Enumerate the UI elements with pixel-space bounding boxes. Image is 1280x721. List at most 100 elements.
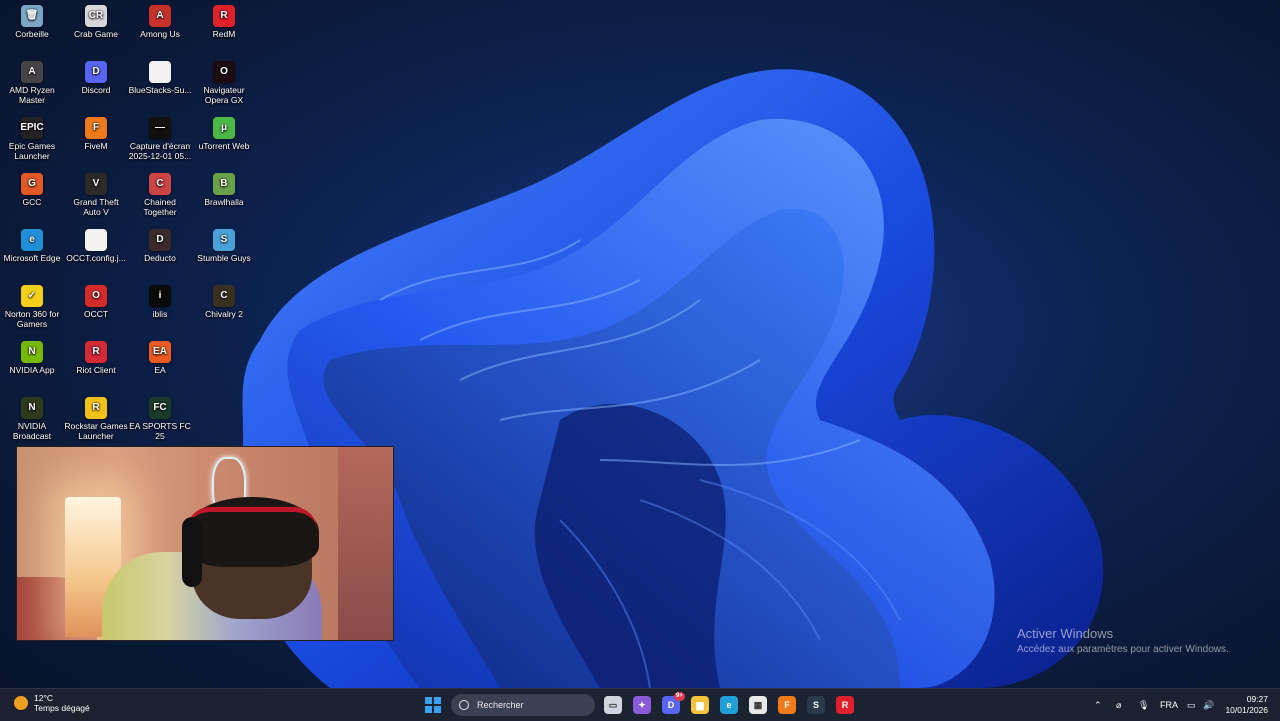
screenshot-file-icon: —: [149, 117, 171, 139]
edge-taskbar-icon[interactable]: e: [720, 696, 738, 714]
gta-icon: V: [85, 173, 107, 195]
discord-taskbar-icon[interactable]: D 9+: [662, 692, 685, 714]
weather-sun-icon: [14, 696, 28, 710]
desktop-icon[interactable]: D Discord: [64, 61, 128, 95]
desktop-icon[interactable]: R Riot Client: [64, 341, 128, 375]
desktop-icon-label: Discord: [81, 85, 111, 95]
desktop-icon-label: GCC: [22, 197, 42, 207]
desktop-icon[interactable]: D Deducto: [128, 229, 192, 263]
discord-notification-badge: 9+: [674, 692, 685, 701]
clock-time: 09:27: [1246, 694, 1268, 704]
windows-logo-icon: [425, 697, 432, 704]
ea-fc-icon: FC: [149, 397, 171, 419]
system-clock[interactable]: 09:27 10/01/2026: [1225, 694, 1268, 716]
nvidia-broadcast-icon: N: [21, 397, 43, 419]
weather-widget[interactable]: 12°C Temps dégagé: [14, 693, 90, 713]
desktop-icon[interactable]: BlueStacks-Su...: [128, 61, 192, 95]
desktop-icon[interactable]: ✓ Norton 360 for Gamers: [0, 285, 64, 329]
windows-logo-pane: [434, 697, 441, 704]
norton-icon: ✓: [21, 285, 43, 307]
tray-overflow-chevron-icon[interactable]: ⌃: [1094, 689, 1102, 721]
desktop-icon-label: Rockstar Games Launcher: [64, 421, 128, 441]
webcam-headset-band: [187, 507, 317, 530]
desktop-icon[interactable]: V Grand Theft Auto V: [64, 173, 128, 217]
desktop-icon[interactable]: F FiveM: [64, 117, 128, 151]
webcam-overlay: [16, 446, 394, 641]
network-status-icon[interactable]: ⌀: [1116, 689, 1121, 721]
desktop-icon[interactable]: e Microsoft Edge: [0, 229, 64, 263]
epic-games-icon: EPIC: [20, 117, 44, 139]
desktop-icon[interactable]: FC EA SPORTS FC 25: [128, 397, 192, 441]
desktop-icon[interactable]: i iblis: [128, 285, 192, 319]
activate-windows-watermark: Activer Windows Accédez aux paramètres p…: [1017, 626, 1229, 655]
wifi-icon[interactable]: ▭: [1187, 689, 1196, 721]
desktop-icon[interactable]: N NVIDIA App: [0, 341, 64, 375]
task-view-icon[interactable]: ▭: [604, 696, 622, 714]
gcc-icon: G: [21, 173, 43, 195]
opera-gx-icon: O: [213, 61, 235, 83]
desktop-icon[interactable]: B Brawlhalla: [192, 173, 256, 207]
discord-icon: D: [85, 61, 107, 83]
desktop-icon-label: Crab Game: [74, 29, 118, 39]
desktop-icon-label: Brawlhalla: [204, 197, 244, 207]
desktop-icon-label: Grand Theft Auto V: [73, 197, 119, 217]
microphone-icon[interactable]: 🎙: [1138, 689, 1149, 721]
desktop-icon[interactable]: O OCCT: [64, 285, 128, 319]
desktop-icon[interactable]: R RedM: [192, 5, 256, 39]
rockstar-icon: R: [85, 397, 107, 419]
desktop-icon-label: Chivalry 2: [205, 309, 243, 319]
desktop-icon-label: OCCT: [83, 309, 109, 319]
fivem-taskbar-icon[interactable]: F: [778, 696, 796, 714]
activate-windows-subtitle: Accédez aux paramètres pour activer Wind…: [1017, 644, 1229, 655]
taskbar-search-box[interactable]: Rechercher: [451, 694, 595, 716]
desktop-icon[interactable]: O Navigateur Opera GX: [192, 61, 256, 105]
desktop-icon-label: EA: [154, 365, 166, 375]
desktop-icon[interactable]: R Rockstar Games Launcher: [64, 397, 128, 441]
crab-game-icon: CR: [85, 5, 107, 27]
desktop-icon[interactable]: C Chivalry 2: [192, 285, 256, 319]
iblis-icon: i: [149, 285, 171, 307]
desktop-icon[interactable]: OCCT.config.j...: [64, 229, 128, 263]
file-icon: [149, 61, 171, 83]
desktop-icon[interactable]: 🗑 Corbeille: [0, 5, 64, 39]
file-icon: [85, 229, 107, 251]
volume-icon[interactable]: 🔊: [1203, 689, 1214, 721]
stumble-guys-icon: S: [213, 229, 235, 251]
desktop-icon[interactable]: CR Crab Game: [64, 5, 128, 39]
utorrent-icon: μ: [213, 117, 235, 139]
desktop-icon-label: Navigateur Opera GX: [203, 85, 245, 105]
steam-icon[interactable]: S: [807, 696, 825, 714]
deducto-icon: D: [149, 229, 171, 251]
amd-ryzen-icon: A: [21, 61, 43, 83]
desktop-icon-label: Microsoft Edge: [3, 253, 61, 263]
webcam-room-wall: [338, 447, 393, 640]
desktop-icon-label: Chained Together: [143, 197, 177, 217]
desktop-icon[interactable]: μ uTorrent Web: [192, 117, 256, 151]
desktop-icon-label: FiveM: [84, 141, 108, 151]
desktop-icon[interactable]: A Among Us: [128, 5, 192, 39]
store-icon[interactable]: ▦: [749, 696, 767, 714]
windows-logo-pane: [425, 706, 432, 713]
desktop-icon[interactable]: C Chained Together: [128, 173, 192, 217]
brawlhalla-icon: B: [213, 173, 235, 195]
redm-icon: R: [213, 5, 235, 27]
desktop-icon-label: Deducto: [144, 253, 176, 263]
desktop-icon[interactable]: A AMD Ryzen Master: [0, 61, 64, 105]
desktop-icon-label: Capture d'écran 2025-12-01 05...: [128, 141, 192, 161]
recycle-bin-icon: 🗑: [21, 5, 43, 27]
desktop-icon[interactable]: — Capture d'écran 2025-12-01 05...: [128, 117, 192, 161]
desktop-icon[interactable]: N NVIDIA Broadcast: [0, 397, 64, 441]
redm-taskbar-icon[interactable]: R: [836, 696, 854, 714]
start-button[interactable]: [425, 697, 441, 713]
desktop-icon-label: OCCT.config.j...: [66, 253, 126, 263]
desktop-icon[interactable]: EA EA: [128, 341, 192, 375]
search-icon: [459, 700, 469, 710]
file-explorer-icon[interactable]: ▆: [691, 696, 709, 714]
weather-desc: Temps dégagé: [34, 703, 90, 713]
desktop-icon-label: Among Us: [140, 29, 180, 39]
desktop-icon[interactable]: EPIC Epic Games Launcher: [0, 117, 64, 161]
desktop-icon[interactable]: G GCC: [0, 173, 64, 207]
language-indicator[interactable]: FRA: [1160, 689, 1178, 721]
desktop-icon[interactable]: S Stumble Guys: [192, 229, 256, 263]
copilot-icon[interactable]: ✦: [633, 696, 651, 714]
